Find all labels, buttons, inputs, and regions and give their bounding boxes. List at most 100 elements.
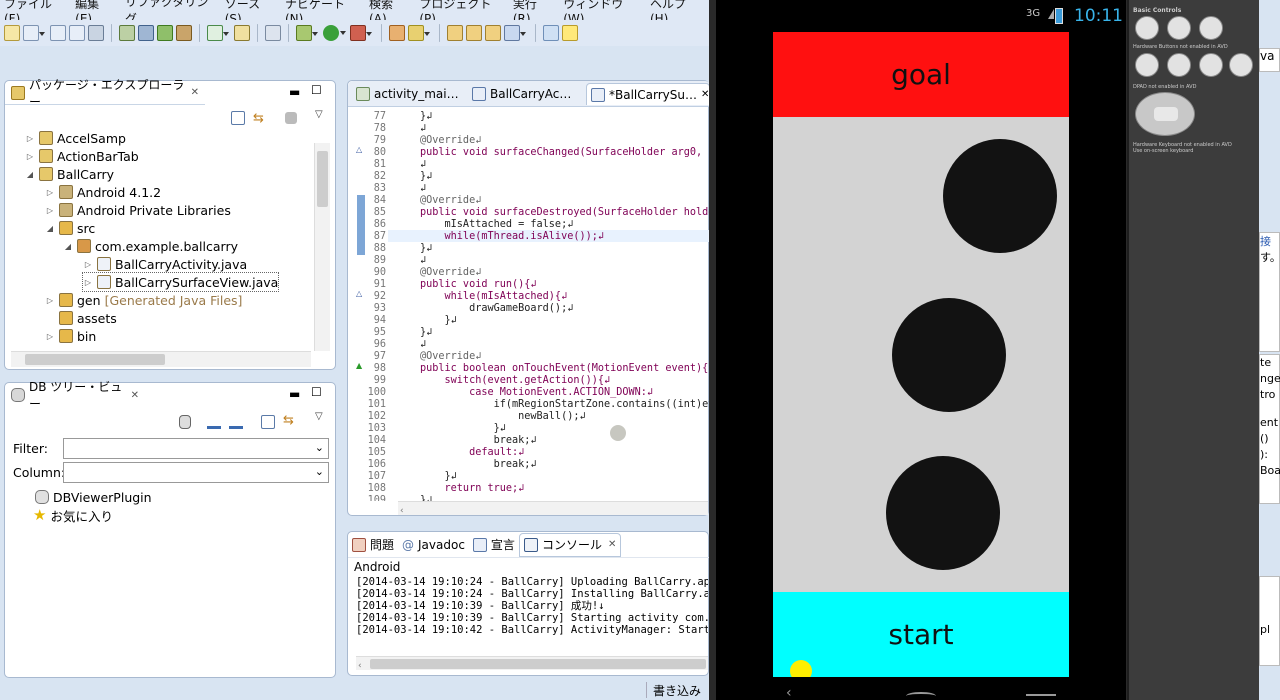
- link-with-editor-icon[interactable]: ⇆: [253, 111, 264, 126]
- home-button-icon[interactable]: [1135, 53, 1159, 77]
- close-icon[interactable]: ✕: [608, 539, 616, 550]
- console-output[interactable]: [2014-03-14 19:10:24 - BallCarry] Upload…: [356, 576, 708, 654]
- recent-apps-icon[interactable]: [1026, 694, 1056, 700]
- new-package-icon[interactable]: [389, 25, 405, 41]
- filter-icon[interactable]: [285, 112, 297, 124]
- tree-item[interactable]: ◢ src: [45, 219, 95, 237]
- collapsed-arrow-icon[interactable]: ▷: [45, 188, 55, 197]
- code-line[interactable]: 97 @Override↲: [348, 351, 710, 363]
- power-icon[interactable]: [1199, 16, 1223, 40]
- code-line[interactable]: 81 ↲: [348, 159, 710, 171]
- db-connect-icon[interactable]: [179, 415, 191, 429]
- code-line[interactable]: 102 newBall();↲: [348, 411, 710, 423]
- highlight-icon[interactable]: [562, 25, 578, 41]
- search-button-icon[interactable]: [1229, 53, 1253, 77]
- code-line[interactable]: 83 ↲: [348, 183, 710, 195]
- tree-item[interactable]: ▷ BallCarrySurfaceView.java: [81, 272, 280, 292]
- print-icon[interactable]: [88, 25, 104, 41]
- code-line[interactable]: 88}↲: [348, 243, 710, 255]
- scroll-left-icon[interactable]: ‹: [358, 661, 362, 671]
- open-type-icon[interactable]: [466, 25, 482, 41]
- code-line[interactable]: 84 @Override↲: [348, 195, 710, 207]
- tool-icon[interactable]: [176, 25, 192, 41]
- db-tree-item[interactable]: ★ お気に入り: [33, 506, 113, 524]
- collapse-all-icon[interactable]: [261, 415, 275, 429]
- scrollbar-thumb[interactable]: [25, 354, 165, 365]
- tree-item[interactable]: ▷ Android 4.1.2: [45, 183, 161, 201]
- tree-item[interactable]: ◢ com.example.ballcarry: [63, 237, 238, 255]
- code-line[interactable]: 95}↲: [348, 327, 710, 339]
- code-line[interactable]: 77}↲: [348, 111, 710, 123]
- tab-javadoc[interactable]: @ Javadoc: [398, 533, 469, 557]
- code-line[interactable]: 92 while(mIsAttached){↲: [348, 291, 710, 303]
- tree-item[interactable]: ▷ Android Private Libraries: [45, 201, 231, 219]
- new-dropdown-icon[interactable]: [23, 25, 45, 41]
- code-line[interactable]: 85 public void surfaceDestroyed(SurfaceHo…: [348, 207, 710, 219]
- open-resource-icon[interactable]: [485, 25, 501, 41]
- game-board[interactable]: [773, 117, 1069, 592]
- code-line[interactable]: 78 ↲: [348, 123, 710, 135]
- close-icon[interactable]: ✕: [191, 87, 199, 98]
- volume-up-icon[interactable]: [1167, 16, 1191, 40]
- volume-down-icon[interactable]: [1135, 16, 1159, 40]
- tree-item[interactable]: ▷ ActionBarTab: [25, 147, 139, 165]
- start-zone[interactable]: start: [773, 592, 1069, 677]
- expanded-arrow-icon[interactable]: ◢: [63, 242, 73, 251]
- collapse-all-icon[interactable]: [231, 111, 245, 125]
- view-menu-icon[interactable]: ▽: [315, 109, 323, 120]
- code-line[interactable]: 86 mIsAttached = false;↲: [348, 219, 710, 231]
- save-all-icon[interactable]: [69, 25, 85, 41]
- code-line[interactable]: 108 return true;↲: [348, 483, 710, 495]
- import-icon[interactable]: [207, 415, 221, 429]
- collapsed-arrow-icon[interactable]: ▷: [45, 332, 55, 341]
- code-line[interactable]: 107 }↲: [348, 471, 710, 483]
- tab-problems[interactable]: 問題: [348, 533, 398, 557]
- search-icon[interactable]: [504, 25, 526, 41]
- tree-item[interactable]: ◢ BallCarry: [25, 165, 114, 183]
- ball[interactable]: [892, 298, 1006, 412]
- avd-manager-icon[interactable]: [138, 25, 154, 41]
- db-tree-view-tab[interactable]: DB ツリー・ビュー ✕: [5, 380, 145, 411]
- collapsed-arrow-icon[interactable]: ▷: [83, 278, 93, 287]
- code-line[interactable]: 101 if(mRegionStartZone.contains((int)ev: [348, 399, 710, 411]
- code-area[interactable]: △ △ ▲ 77}↲ 78 ↲ 79 @Override↲ 80 public void s…: [348, 107, 710, 501]
- code-line[interactable]: 87 while(mThread.isAlive());↲: [348, 231, 710, 243]
- code-line[interactable]: 79 @Override↲: [348, 135, 710, 147]
- link-icon[interactable]: ⇆: [283, 413, 294, 428]
- ball[interactable]: [886, 456, 1000, 570]
- code-line[interactable]: 105 default:↲: [348, 447, 710, 459]
- code-line[interactable]: 99 switch(event.getAction()){↲: [348, 375, 710, 387]
- maximize-icon[interactable]: ☐: [311, 83, 322, 97]
- view-menu-icon[interactable]: ▽: [315, 411, 323, 422]
- back-icon[interactable]: ‹: [786, 685, 792, 700]
- editor-horizontal-scrollbar[interactable]: ‹: [398, 501, 708, 516]
- scroll-left-icon[interactable]: ‹: [400, 506, 404, 516]
- console-horizontal-scrollbar[interactable]: ‹: [356, 656, 708, 671]
- external-tools-icon[interactable]: [350, 25, 372, 41]
- tree-item[interactable]: ▷ BallCarryActivity.java: [83, 255, 247, 273]
- debug-icon[interactable]: [296, 25, 318, 41]
- new-icon[interactable]: [4, 25, 20, 41]
- minimize-icon[interactable]: ▬: [289, 85, 300, 99]
- skip-breakpoints-icon[interactable]: [265, 25, 281, 41]
- minimize-icon[interactable]: ▬: [289, 387, 300, 401]
- column-select[interactable]: ⌄: [63, 462, 329, 483]
- ball[interactable]: [943, 139, 1057, 253]
- dpad-icon[interactable]: [1135, 92, 1195, 136]
- tab-console[interactable]: コンソール ✕: [518, 532, 622, 557]
- code-line[interactable]: 100 case MotionEvent.ACTION_DOWN:↲: [348, 387, 710, 399]
- code-line[interactable]: 106 break;↲: [348, 459, 710, 471]
- dpad-center[interactable]: [1154, 107, 1178, 121]
- expanded-arrow-icon[interactable]: ◢: [45, 224, 55, 233]
- annotation-icon[interactable]: [543, 25, 559, 41]
- tree-item[interactable]: ▷ AccelSamp: [25, 129, 126, 147]
- code-line[interactable]: 98 public boolean onTouchEvent(MotionEven…: [348, 363, 710, 375]
- db-tree-item[interactable]: DBViewerPlugin: [35, 488, 152, 506]
- editor-tab-ballcarrysurfaceview[interactable]: *BallCarrySu… ✕: [586, 83, 710, 105]
- code-line[interactable]: 93 drawGameBoard();↲: [348, 303, 710, 315]
- filter-select[interactable]: ⌄: [63, 438, 329, 459]
- package-explorer-tab[interactable]: パッケージ・エクスプローラー ✕: [5, 78, 205, 109]
- code-line[interactable]: 103 }↲: [348, 423, 710, 435]
- collapsed-arrow-icon[interactable]: ▷: [25, 152, 35, 161]
- download-icon[interactable]: [157, 25, 173, 41]
